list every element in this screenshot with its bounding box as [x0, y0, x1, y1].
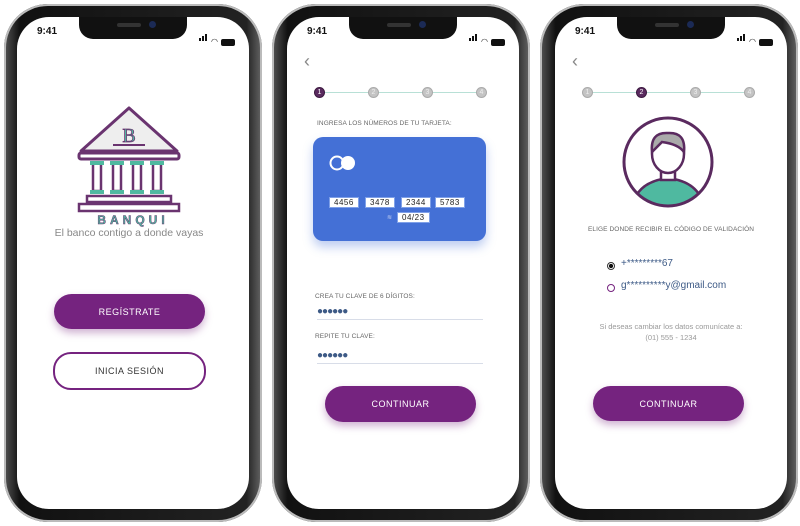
step-2: 2	[636, 87, 647, 98]
notch	[79, 17, 187, 39]
battery-icon	[491, 39, 505, 46]
step-1: 1	[314, 87, 325, 98]
register-button[interactable]: REGÍSTRATE	[54, 294, 205, 329]
step-2: 2	[368, 87, 379, 98]
change-data-text: Si deseas cambiar los datos comunícate a…	[599, 322, 743, 331]
card-number-4[interactable]: 5783	[435, 197, 465, 208]
status-icons: ◠	[469, 28, 505, 46]
user-avatar-icon	[622, 116, 714, 208]
card-screen: 9:41 ◠ ‹ 1 2 3 4 INGRESA LOS NÚMEROS DE …	[287, 17, 519, 509]
login-button[interactable]: INICIA SESIÓN	[53, 352, 206, 390]
wifi-icon: ◠	[211, 37, 218, 46]
status-icons: ◠	[199, 28, 235, 46]
card-logo-icon	[329, 155, 355, 171]
radio-email[interactable]	[607, 284, 615, 292]
continue-button[interactable]: CONTINUAR	[593, 386, 744, 421]
pin-underline	[317, 319, 483, 320]
step-1: 1	[582, 87, 593, 98]
phone-card-registration: 9:41 ◠ ‹ 1 2 3 4 INGRESA LOS NÚMEROS DE …	[272, 4, 530, 522]
option-phone-label[interactable]: +*********67	[621, 258, 673, 269]
step-4: 4	[744, 87, 755, 98]
bank-logo-icon: B	[77, 106, 181, 213]
notch	[617, 17, 725, 39]
card-number-1[interactable]: 4456	[329, 197, 359, 208]
welcome-screen: 9:41 ◠ B BANQUI El banco contigo a donde…	[17, 17, 249, 509]
back-chevron-icon[interactable]: ‹	[572, 51, 578, 72]
phone-welcome: 9:41 ◠ B BANQUI El banco contigo a donde…	[4, 4, 262, 522]
validation-prompt: ELIGE DONDE RECIBIR EL CÓDIGO DE VALIDAC…	[587, 226, 755, 233]
card-expiry[interactable]: 04/23	[397, 212, 430, 223]
status-time: 9:41	[575, 26, 596, 37]
credit-card: 4456 3478 2344 5783 ≋ 04/23	[313, 137, 486, 241]
step-3: 3	[690, 87, 701, 98]
stepper-line	[323, 92, 485, 93]
signal-icon	[199, 28, 208, 46]
wifi-icon: ◠	[749, 37, 756, 46]
status-icons: ◠	[737, 28, 773, 46]
pin-label: CREA TU CLAVE DE 6 DÍGITOS:	[315, 293, 415, 300]
brand-name: BANQUI	[97, 213, 169, 228]
repeat-pin-underline	[317, 363, 483, 364]
validation-screen: 9:41 ◠ ‹ 1 2 3 4 ELIGE DONDE RECIBIR EL …	[555, 17, 787, 509]
card-number-3[interactable]: 2344	[401, 197, 431, 208]
tagline: El banco contigo a donde vayas	[54, 227, 204, 239]
notch	[349, 17, 457, 39]
step-4: 4	[476, 87, 487, 98]
status-time: 9:41	[37, 26, 58, 37]
battery-icon	[759, 39, 773, 46]
step-3: 3	[422, 87, 433, 98]
signal-icon	[737, 28, 746, 46]
phone-validation: 9:41 ◠ ‹ 1 2 3 4 ELIGE DONDE RECIBIR EL …	[540, 4, 798, 522]
radio-phone[interactable]	[607, 262, 615, 270]
pin-input[interactable]: ●●●●●●	[317, 306, 348, 317]
wifi-icon: ◠	[481, 37, 488, 46]
continue-button[interactable]: CONTINUAR	[325, 386, 476, 422]
back-chevron-icon[interactable]: ‹	[304, 51, 310, 72]
repeat-pin-label: REPITE TU CLAVE:	[315, 333, 375, 340]
logo-letter: B	[122, 125, 135, 147]
valid-thru-icon: ≋	[387, 215, 393, 221]
card-prompt: INGRESA LOS NÚMEROS DE TU TARJETA:	[317, 120, 452, 127]
battery-icon	[221, 39, 235, 46]
status-time: 9:41	[307, 26, 328, 37]
repeat-pin-input[interactable]: ●●●●●●	[317, 350, 348, 361]
signal-icon	[469, 28, 478, 46]
stepper-line	[591, 92, 753, 93]
option-email-label[interactable]: g**********y@gmail.com	[621, 280, 726, 291]
card-number-2[interactable]: 3478	[365, 197, 395, 208]
contact-phone: (01) 555 - 1234	[645, 333, 697, 342]
